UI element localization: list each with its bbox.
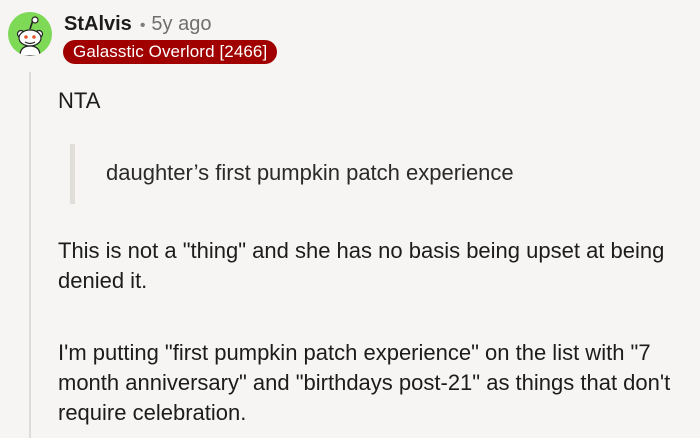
comment-header: StAlvis • 5y ago: [64, 10, 211, 40]
blockquote-bar: [70, 144, 75, 204]
blockquote-text: daughter’s first pumpkin patch experienc…: [106, 160, 514, 185]
comment-verdict: NTA: [58, 88, 101, 113]
username-link[interactable]: StAlvis: [64, 10, 132, 38]
comment-paragraph-2: I'm putting "first pumpkin patch experie…: [58, 340, 671, 425]
comment-paragraph-1: This is not a "thing" and she has no bas…: [58, 238, 665, 293]
user-flair: Galasstic Overlord [2466]: [63, 40, 278, 64]
snoo-avatar-icon: [8, 12, 52, 56]
avatar[interactable]: [8, 12, 52, 56]
comment-age: 5y ago: [151, 13, 212, 35]
separator-dot: •: [139, 17, 146, 34]
thread-line[interactable]: [29, 72, 31, 438]
